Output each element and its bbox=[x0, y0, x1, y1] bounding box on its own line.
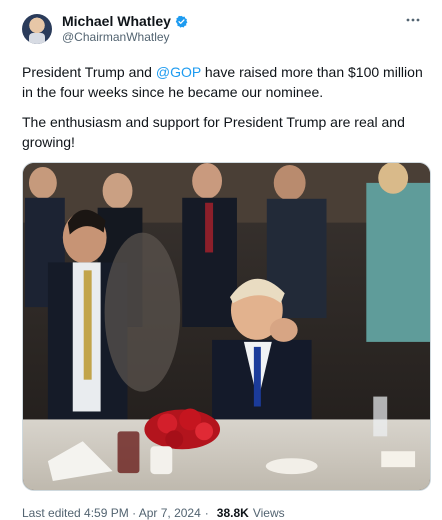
tweet-meta: Last edited 4:59 PM · Apr 7, 2024 · 38.8… bbox=[22, 506, 424, 520]
views-label: Views bbox=[252, 506, 285, 520]
tweet-photo[interactable] bbox=[22, 162, 431, 491]
gop-mention-link[interactable]: @GOP bbox=[156, 64, 201, 80]
paragraph1-prefix: President Trump and bbox=[22, 64, 156, 80]
author-name-row: Michael Whatley bbox=[62, 14, 188, 29]
author-display-name[interactable]: Michael Whatley bbox=[62, 14, 171, 29]
tweet-paragraph-2: The enthusiasm and support for President… bbox=[22, 114, 405, 150]
more-options-icon[interactable] bbox=[404, 12, 422, 28]
verified-badge-icon bbox=[175, 15, 188, 28]
tweet-text: President Trump and @GOP have raised mor… bbox=[22, 62, 424, 152]
tweet-paragraph-1: President Trump and @GOP have raised mor… bbox=[22, 62, 424, 102]
author-handle[interactable]: @ChairmanWhatley bbox=[62, 30, 188, 45]
tweet-header: Michael Whatley @ChairmanWhatley bbox=[22, 14, 424, 54]
tweet-card: Michael Whatley @ChairmanWhatley Preside… bbox=[0, 0, 442, 520]
meta-separator: · bbox=[204, 506, 209, 520]
photo-illustration bbox=[23, 163, 430, 490]
author-avatar[interactable] bbox=[22, 14, 52, 44]
author-names: Michael Whatley @ChairmanWhatley bbox=[62, 14, 188, 45]
views-count: 38.8K bbox=[216, 506, 249, 520]
last-edited-link[interactable]: Last edited 4:59 PM · Apr 7, 2024 bbox=[22, 506, 201, 520]
